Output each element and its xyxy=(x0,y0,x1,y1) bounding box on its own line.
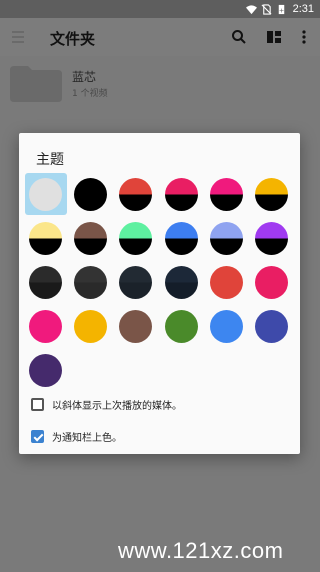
no-sim-icon xyxy=(261,3,272,15)
theme-swatch-black[interactable] xyxy=(70,173,112,215)
menu-icon[interactable] xyxy=(12,31,24,43)
italic-last-played-label: 以斜体显示上次播放的媒体。 xyxy=(52,401,182,412)
theme-swatch-light-gray[interactable] xyxy=(25,173,67,215)
theme-dialog: 主题 以斜体显示上次播放的媒体。 为通知栏上色。 xyxy=(19,133,300,454)
option-italic-last-played[interactable]: 以斜体显示上次播放的媒体。 xyxy=(31,397,182,412)
swatch-color xyxy=(209,266,243,299)
wifi-icon xyxy=(245,4,257,14)
swatch-color xyxy=(164,178,198,211)
theme-swatch-yellow-black[interactable] xyxy=(25,217,67,259)
color-notification-label: 为通知栏上色。 xyxy=(52,433,122,444)
theme-swatch-brown-black[interactable] xyxy=(70,217,112,259)
swatch-color xyxy=(119,178,153,211)
swatch-color xyxy=(255,222,288,255)
swatch-color xyxy=(29,354,62,387)
theme-swatch-indigo[interactable] xyxy=(251,305,293,347)
theme-swatch-blue-black[interactable] xyxy=(161,217,203,259)
option-color-notification[interactable]: 为通知栏上色。 xyxy=(31,429,122,444)
theme-swatch-periwinkle-black[interactable] xyxy=(206,217,248,259)
folder-name: 蓝芯 xyxy=(72,70,97,84)
swatch-color xyxy=(209,310,243,343)
theme-swatch-magenta[interactable] xyxy=(25,305,67,347)
watermark: www.121xz.com xyxy=(118,538,284,563)
swatch-color xyxy=(119,222,153,255)
swatch-color xyxy=(29,178,62,211)
swatch-color xyxy=(119,266,153,299)
status-bar: + 2:31 xyxy=(0,0,320,18)
page-title: 文件夹 xyxy=(50,30,96,48)
swatch-color xyxy=(29,310,62,343)
theme-swatch-magenta-black[interactable] xyxy=(206,173,248,215)
app-bar: 文件夹 xyxy=(0,18,320,56)
folder-subtitle: 1 个视频 xyxy=(72,89,108,99)
swatch-color xyxy=(74,222,108,255)
swatch-color xyxy=(29,222,62,255)
theme-swatch-navy-dark[interactable] xyxy=(161,261,203,303)
dialog-title: 主题 xyxy=(36,152,64,168)
theme-swatch-amber-black[interactable] xyxy=(251,173,293,215)
swatch-color xyxy=(119,310,153,343)
swatch-color xyxy=(255,266,288,299)
swatch-color xyxy=(74,266,108,299)
theme-swatch-charcoal[interactable] xyxy=(25,261,67,303)
swatch-color xyxy=(29,266,62,299)
theme-swatch-green[interactable] xyxy=(161,305,203,347)
more-vert-icon[interactable] xyxy=(295,28,313,46)
theme-swatch-slate[interactable] xyxy=(115,261,157,303)
svg-text:+: + xyxy=(278,6,283,14)
theme-swatch-pink-black[interactable] xyxy=(161,173,203,215)
status-time: 2:31 xyxy=(292,3,314,15)
theme-swatch-brown[interactable] xyxy=(115,305,157,347)
battery-icon: + xyxy=(278,4,284,14)
italic-last-played-checkbox[interactable] xyxy=(31,398,44,411)
folder-icon xyxy=(10,66,62,102)
theme-swatch-green-black[interactable] xyxy=(115,217,157,259)
swatch-color xyxy=(74,310,108,343)
theme-swatch-pink[interactable] xyxy=(251,261,293,303)
swatch-color xyxy=(164,310,198,343)
theme-swatch-dark-gray[interactable] xyxy=(70,261,112,303)
swatch-color xyxy=(209,222,243,255)
swatch-color xyxy=(209,178,243,211)
swatch-color xyxy=(164,266,198,299)
theme-swatch-red-black[interactable] xyxy=(115,173,157,215)
layout-icon[interactable] xyxy=(265,28,283,46)
swatch-color xyxy=(74,178,108,211)
theme-swatch-red[interactable] xyxy=(206,261,248,303)
swatch-color xyxy=(164,222,198,255)
folder-list-item[interactable]: 蓝芯 1 个视频 xyxy=(0,56,320,116)
theme-swatch-purple-black[interactable] xyxy=(251,217,293,259)
color-notification-checkbox[interactable] xyxy=(31,430,44,443)
search-icon[interactable] xyxy=(230,28,248,46)
swatch-color xyxy=(255,178,288,211)
swatch-color xyxy=(255,310,288,343)
theme-swatch-blue[interactable] xyxy=(206,305,248,347)
theme-swatch-deep-purple[interactable] xyxy=(25,349,67,391)
theme-swatch-amber[interactable] xyxy=(70,305,112,347)
